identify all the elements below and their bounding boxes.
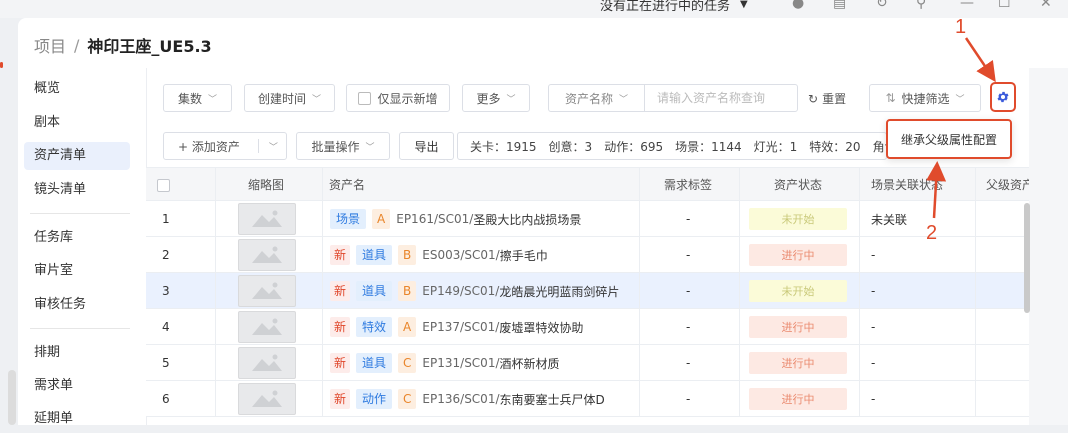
annotation-arrows — [926, 37, 996, 219]
annotation-arrow-1 — [964, 37, 996, 83]
annotation-arrow-2 — [926, 161, 947, 219]
